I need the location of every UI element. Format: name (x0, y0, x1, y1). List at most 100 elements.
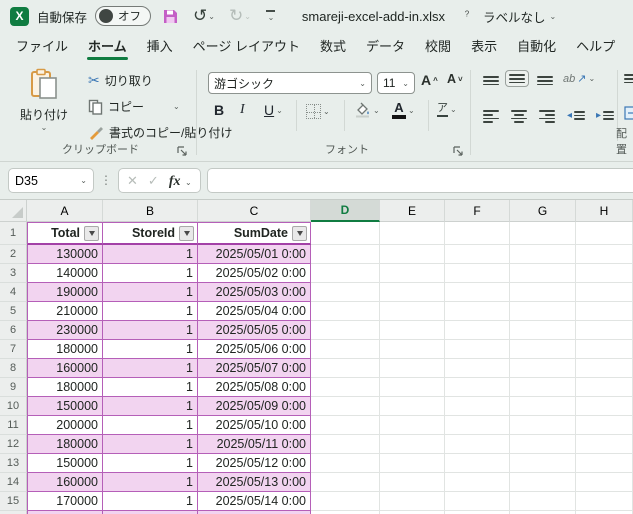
empty-cell[interactable] (510, 416, 576, 435)
format-painter-button[interactable]: 書式のコピー/貼り付け (88, 124, 232, 141)
data-cell[interactable]: 1 (103, 245, 198, 264)
empty-cell[interactable] (576, 264, 633, 283)
italic-button[interactable]: I (240, 102, 245, 118)
tab-file[interactable]: ファイル (6, 31, 78, 62)
empty-cell[interactable] (311, 359, 380, 378)
drag-handle-icon[interactable]: ⋮ (100, 174, 112, 186)
data-cell[interactable]: 1 (103, 340, 198, 359)
decrease-font-size-button[interactable]: A ˅ (447, 72, 463, 86)
column-header-H[interactable]: H (576, 200, 633, 222)
copy-button[interactable]: コピー ⌄ (88, 98, 180, 115)
paste-button[interactable]: 貼り付け ⌄ (16, 68, 72, 146)
empty-cell[interactable] (510, 397, 576, 416)
empty-cell[interactable] (576, 321, 633, 340)
empty-cell[interactable] (311, 378, 380, 397)
borders-button[interactable]: ⌄ (306, 104, 330, 119)
empty-cell[interactable] (311, 492, 380, 511)
column-header-A[interactable]: A (27, 200, 103, 222)
data-cell[interactable]: 2025/05/09 0:00 (198, 397, 311, 416)
tab-view[interactable]: 表示 (461, 31, 507, 62)
data-cell[interactable]: 2025/05/11 0:00 (198, 435, 311, 454)
row-header-5[interactable]: 5 (0, 302, 27, 321)
data-cell[interactable]: 160000 (27, 359, 103, 378)
empty-cell[interactable] (445, 359, 510, 378)
empty-cell[interactable] (311, 283, 380, 302)
row-header-2[interactable]: 2 (0, 245, 27, 264)
column-header-D[interactable]: D (311, 200, 380, 222)
data-cell[interactable]: 2025/05/03 0:00 (198, 283, 311, 302)
empty-cell[interactable] (380, 264, 445, 283)
table-header-cell-storeid[interactable]: StoreId (103, 222, 198, 245)
data-cell[interactable]: 2025/05/02 0:00 (198, 264, 311, 283)
row-header-8[interactable]: 8 (0, 359, 27, 378)
empty-cell[interactable] (311, 264, 380, 283)
bold-button[interactable]: B (214, 102, 224, 118)
underline-button[interactable]: U ⌄ (264, 102, 283, 118)
column-header-F[interactable]: F (445, 200, 510, 222)
empty-cell[interactable] (311, 321, 380, 340)
data-cell[interactable]: 1 (103, 454, 198, 473)
top-align-button[interactable] (483, 76, 499, 86)
data-cell[interactable]: 2025/05/05 0:00 (198, 321, 311, 340)
empty-cell[interactable] (311, 340, 380, 359)
empty-cell[interactable] (510, 264, 576, 283)
tab-automate[interactable]: 自動化 (507, 31, 566, 62)
data-cell[interactable]: 2025/05/12 0:00 (198, 454, 311, 473)
tab-home[interactable]: ホーム (78, 31, 137, 62)
data-cell[interactable]: 1 (103, 378, 198, 397)
empty-cell[interactable] (576, 245, 633, 264)
empty-cell[interactable] (445, 473, 510, 492)
empty-cell[interactable] (510, 283, 576, 302)
data-cell[interactable]: 1 (103, 283, 198, 302)
row-header-12[interactable]: 12 (0, 435, 27, 454)
data-cell[interactable]: 1 (103, 397, 198, 416)
fill-color-button[interactable]: ⌄ (354, 102, 380, 118)
empty-cell[interactable] (380, 359, 445, 378)
data-cell[interactable]: 170000 (27, 492, 103, 511)
empty-cell[interactable] (510, 245, 576, 264)
data-cell[interactable]: 1 (103, 359, 198, 378)
data-cell[interactable]: 230000 (27, 321, 103, 340)
empty-cell[interactable] (576, 454, 633, 473)
empty-cell[interactable] (311, 454, 380, 473)
decrease-indent-button[interactable]: ◂ (567, 110, 586, 121)
empty-cell[interactable] (380, 283, 445, 302)
empty-cell[interactable] (445, 302, 510, 321)
empty-cell[interactable] (510, 359, 576, 378)
empty-cell[interactable] (510, 222, 576, 245)
tab-review[interactable]: 校閲 (415, 31, 461, 62)
empty-cell[interactable] (380, 492, 445, 511)
empty-cell[interactable] (510, 473, 576, 492)
data-cell[interactable]: 1 (103, 264, 198, 283)
empty-cell[interactable] (445, 492, 510, 511)
cancel-entry-button[interactable]: ✕ (127, 173, 138, 189)
tab-data[interactable]: データ (356, 31, 415, 62)
bottom-align-button[interactable] (537, 76, 553, 86)
data-cell[interactable]: 2025/05/06 0:00 (198, 340, 311, 359)
align-left-button[interactable] (483, 110, 499, 124)
formula-input[interactable] (206, 168, 633, 193)
empty-cell[interactable] (380, 416, 445, 435)
font-color-button[interactable]: A ⌄ (392, 101, 415, 119)
empty-cell[interactable] (576, 340, 633, 359)
undo-button[interactable]: ↺ ⌄ (190, 6, 218, 26)
sensitivity-label-button[interactable]: ラベルなし ⌄ (483, 7, 556, 26)
tab-page-layout[interactable]: ページ レイアウト (183, 31, 310, 62)
empty-cell[interactable] (576, 492, 633, 511)
empty-cell[interactable] (576, 222, 633, 245)
increase-indent-button[interactable]: ▸ (596, 110, 615, 121)
name-box[interactable]: D35 ⌄ (8, 168, 94, 193)
row-header-3[interactable]: 3 (0, 264, 27, 283)
empty-cell[interactable] (445, 454, 510, 473)
row-header-13[interactable]: 13 (0, 454, 27, 473)
row-header-7[interactable]: 7 (0, 340, 27, 359)
column-header-G[interactable]: G (510, 200, 576, 222)
data-cell[interactable]: 210000 (27, 302, 103, 321)
data-cell[interactable]: 150000 (27, 397, 103, 416)
data-cell[interactable]: 130000 (27, 245, 103, 264)
data-cell[interactable]: 2025/05/13 0:00 (198, 473, 311, 492)
data-cell[interactable]: 2025/05/07 0:00 (198, 359, 311, 378)
align-right-button[interactable] (539, 110, 555, 124)
empty-cell[interactable] (311, 397, 380, 416)
table-header-cell-sumdate[interactable]: SumDate (198, 222, 311, 245)
